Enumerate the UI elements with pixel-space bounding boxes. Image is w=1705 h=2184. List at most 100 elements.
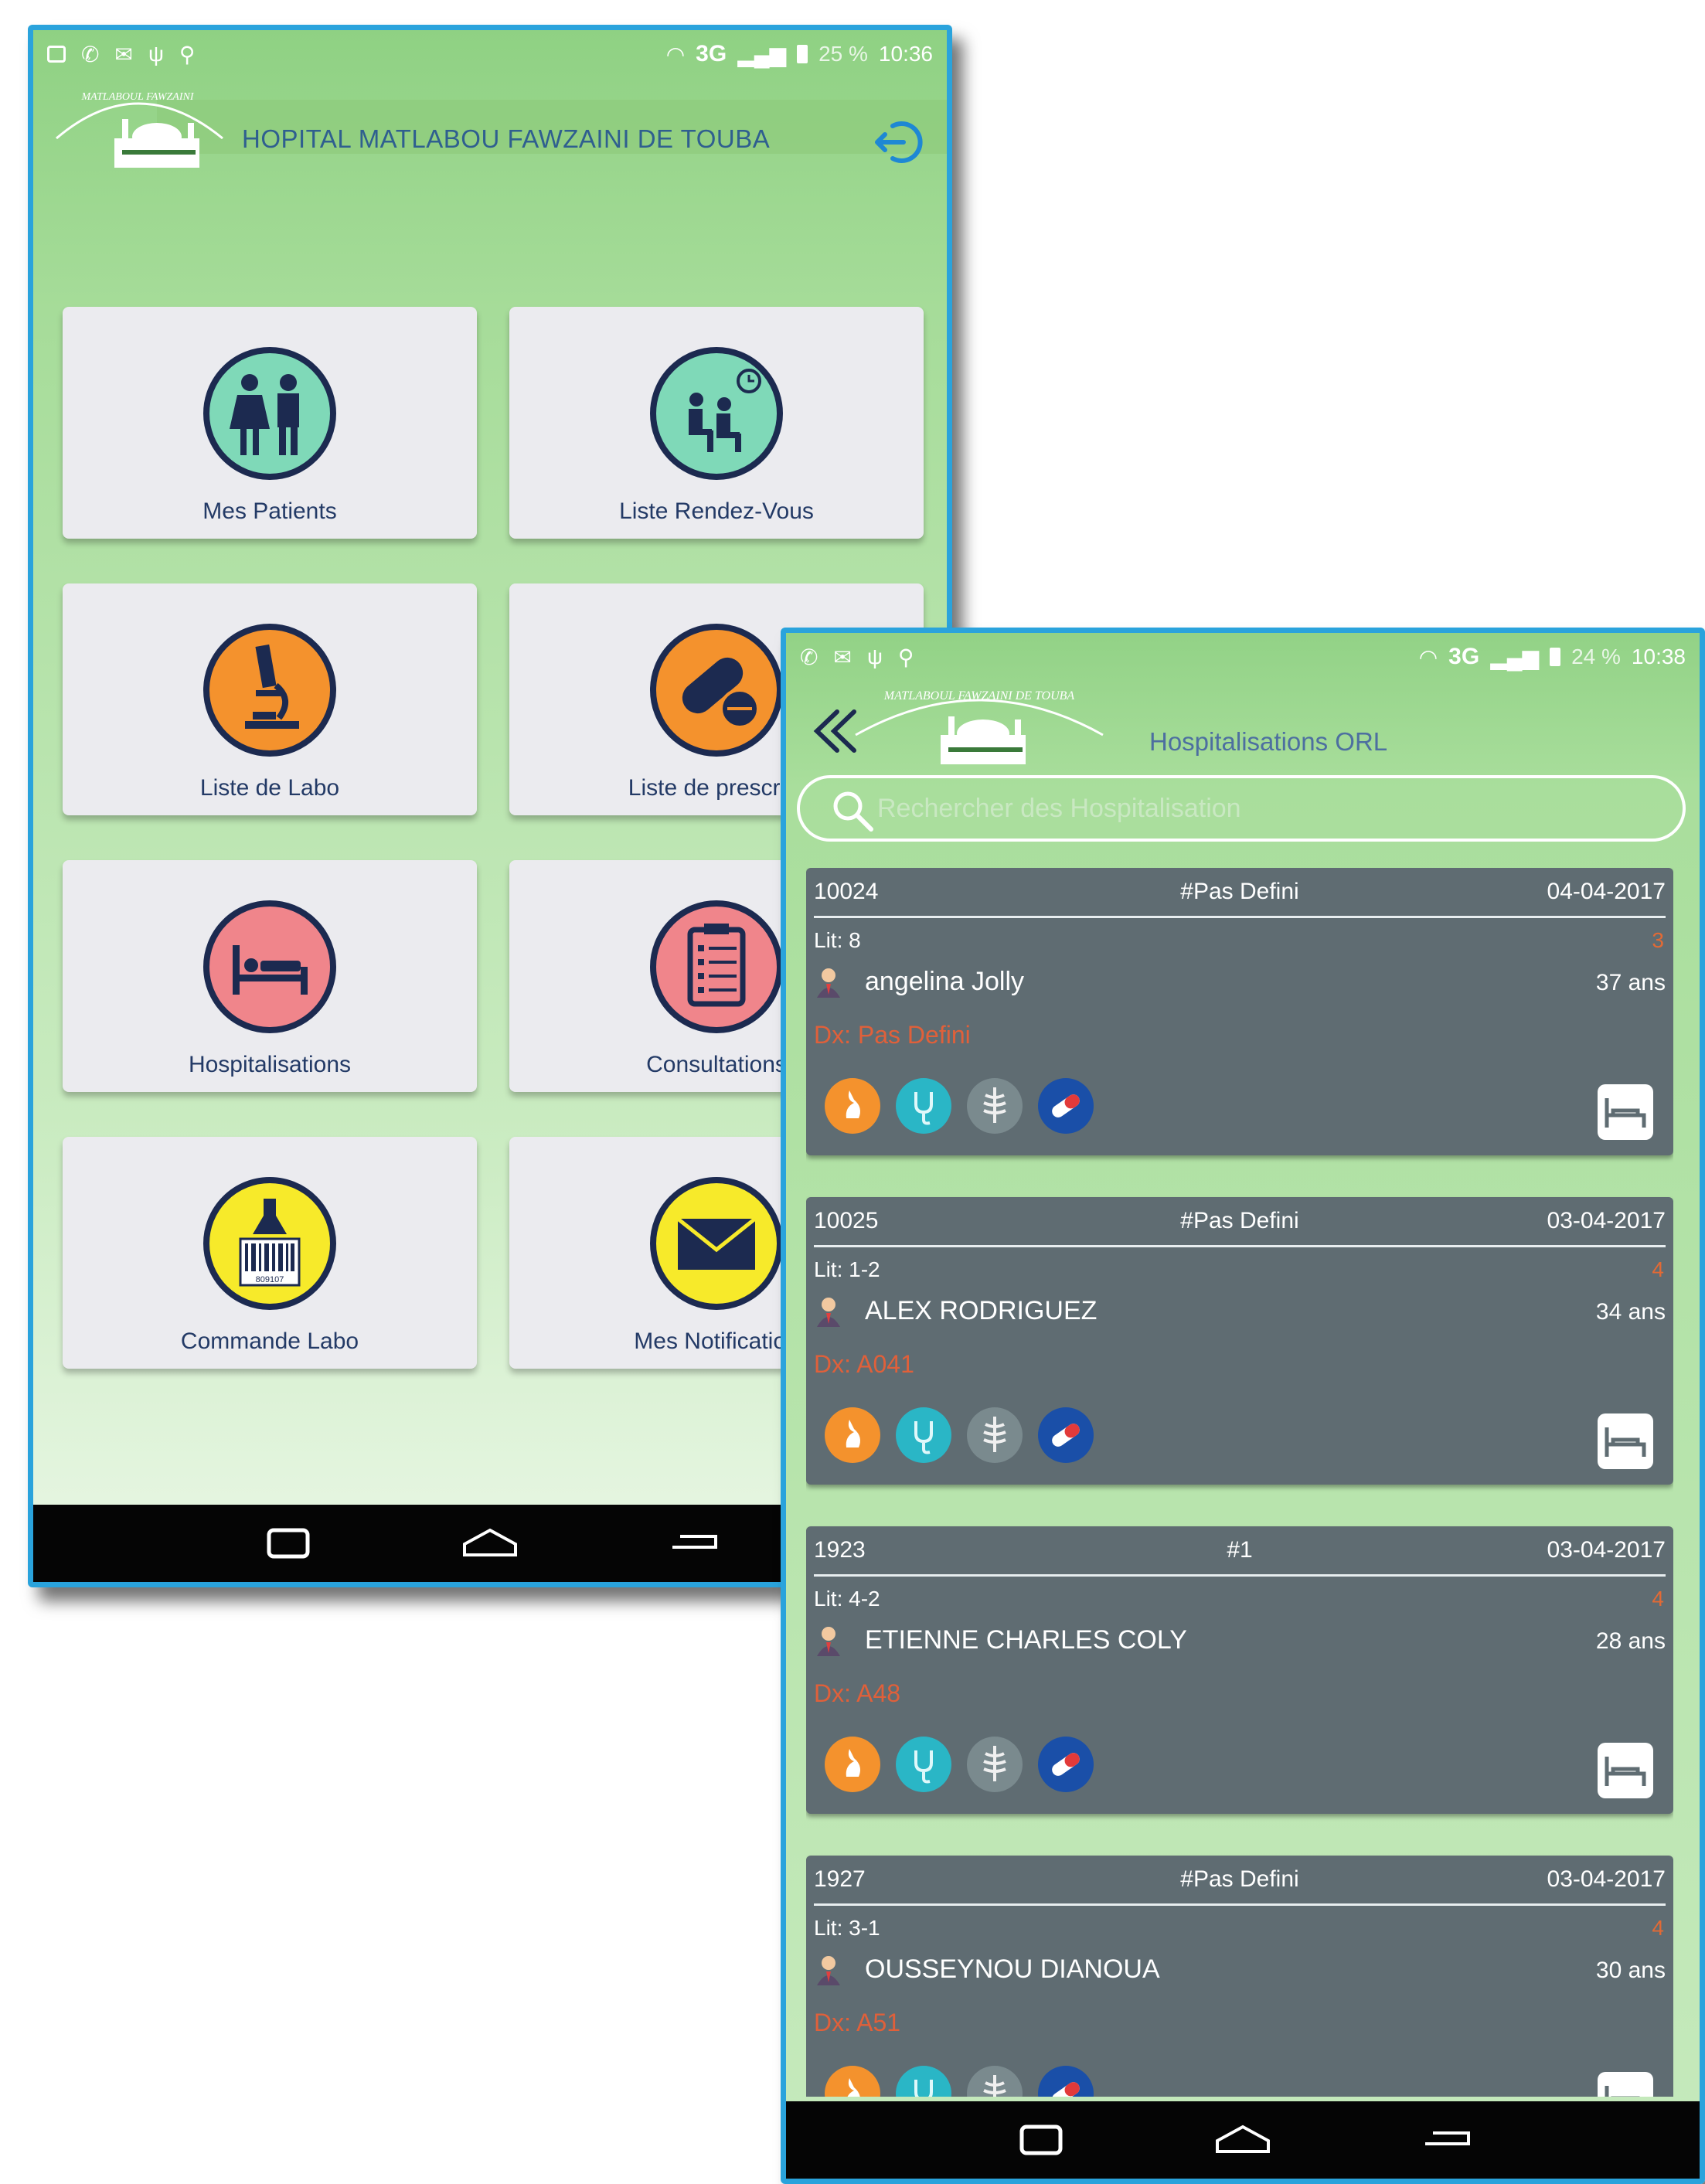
search-icon bbox=[833, 791, 873, 832]
network-type: 3G bbox=[1448, 644, 1480, 669]
signal-icon: ▂▄▆ bbox=[737, 42, 787, 66]
divider bbox=[814, 1574, 1666, 1577]
bed-action-icon[interactable] bbox=[1594, 1081, 1656, 1143]
patient-name: angelina Jolly bbox=[865, 967, 1025, 996]
divider bbox=[814, 1245, 1666, 1247]
bed-action-icon[interactable] bbox=[1594, 1410, 1656, 1472]
tile-liste-de-labo[interactable]: Liste de Labo bbox=[63, 583, 477, 815]
patient-avatar-icon bbox=[817, 1627, 840, 1656]
card-actions bbox=[823, 1406, 1095, 1465]
microscope-icon bbox=[203, 624, 336, 757]
patient-avatar-icon bbox=[817, 1298, 840, 1327]
bed-number: Lit: 1-2 bbox=[814, 1257, 880, 1281]
battery-icon bbox=[1550, 648, 1561, 666]
prescription-action-icon[interactable] bbox=[1036, 1077, 1095, 1135]
battery-level: 24 % bbox=[1571, 645, 1621, 668]
location-icon: ⚲ bbox=[897, 645, 914, 669]
tile-liste-rendez-vous[interactable]: Liste Rendez-Vous bbox=[509, 307, 924, 539]
clipboard-icon bbox=[650, 900, 783, 1033]
patient-age: 30 ans bbox=[1595, 1958, 1666, 1983]
record-count: 4 bbox=[1652, 1916, 1664, 1940]
hospital-bed-icon bbox=[203, 900, 336, 1033]
svg-text:MATLABOUL FAWZAINI: MATLABOUL FAWZAINI bbox=[80, 91, 194, 103]
clock: 10:38 bbox=[1631, 645, 1686, 668]
card-actions bbox=[823, 2064, 1095, 2097]
location-icon: ⚲ bbox=[179, 42, 196, 66]
signal-icon: ▂▄▆ bbox=[1490, 645, 1540, 669]
bed-number: Lit: 3-1 bbox=[814, 1916, 880, 1940]
stethoscope-action-icon[interactable] bbox=[894, 1735, 953, 1794]
hospitalisation-card[interactable]: 10024 #Pas Defini 04-04-2017 Lit: 8 3 an… bbox=[806, 868, 1673, 1155]
tile-commande-labo[interactable]: 809107 Commande Labo bbox=[63, 1137, 477, 1369]
page-title: Hospitalisations ORL bbox=[1149, 727, 1388, 756]
patient-age: 37 ans bbox=[1595, 970, 1666, 995]
wifi-icon: ◠ bbox=[665, 42, 686, 66]
record-tag: #Pas Defini bbox=[1180, 879, 1299, 904]
bed-action-icon[interactable] bbox=[1594, 2069, 1656, 2097]
xray-action-icon[interactable] bbox=[965, 1735, 1024, 1794]
whatsapp-icon: ✆ bbox=[81, 42, 100, 66]
battery-level: 25 % bbox=[818, 42, 868, 66]
appointments-icon bbox=[650, 347, 783, 480]
back-nav-icon[interactable] bbox=[657, 1524, 727, 1563]
tile-label: Liste de Labo bbox=[199, 775, 340, 801]
lab-action-icon[interactable] bbox=[823, 1077, 882, 1135]
diagnosis: Dx: A48 bbox=[814, 1679, 901, 1707]
tile-label: Commande Labo bbox=[180, 1328, 359, 1354]
lab-action-icon[interactable] bbox=[823, 2064, 882, 2097]
prescription-action-icon[interactable] bbox=[1036, 1735, 1095, 1794]
hospital-logo-icon: MATLABOUL FAWZAINI DE TOUBA bbox=[855, 689, 1104, 764]
xray-action-icon[interactable] bbox=[965, 2064, 1024, 2097]
search-placeholder: Rechercher des Hospitalisation bbox=[877, 793, 1241, 823]
patient-name: ETIENNE CHARLES COLY bbox=[865, 1625, 1187, 1655]
record-date: 03-04-2017 bbox=[1547, 1537, 1666, 1563]
app-header: MATLABOUL FAWZAINI DE TOUBA Hospitalisat… bbox=[786, 681, 1700, 774]
stethoscope-action-icon[interactable] bbox=[894, 2064, 953, 2097]
gallery-icon bbox=[47, 46, 66, 63]
pills-icon bbox=[650, 624, 783, 757]
card-actions bbox=[823, 1077, 1095, 1135]
home-icon[interactable] bbox=[455, 1524, 525, 1563]
bed-number: Lit: 4-2 bbox=[814, 1587, 880, 1611]
tile-hospitalisations[interactable]: Hospitalisations bbox=[63, 860, 477, 1092]
xray-action-icon[interactable] bbox=[965, 1406, 1024, 1465]
search-bar[interactable]: Rechercher des Hospitalisation bbox=[797, 775, 1686, 842]
mail-icon: ✉ bbox=[114, 42, 133, 66]
card-actions bbox=[823, 1735, 1095, 1794]
stethoscope-action-icon[interactable] bbox=[894, 1077, 953, 1135]
prescription-action-icon[interactable] bbox=[1036, 2064, 1095, 2097]
lab-action-icon[interactable] bbox=[823, 1406, 882, 1465]
record-tag: #1 bbox=[1227, 1537, 1253, 1563]
mail-icon: ✉ bbox=[833, 645, 852, 669]
xray-action-icon[interactable] bbox=[965, 1077, 1024, 1135]
logout-icon[interactable] bbox=[871, 115, 925, 169]
app-header: MATLABOUL FAWZAINI HOPITAL MATLABOU FAWZ… bbox=[41, 77, 947, 185]
record-date: 04-04-2017 bbox=[1547, 879, 1666, 904]
android-nav-bar bbox=[786, 2101, 1700, 2179]
recent-apps-icon[interactable] bbox=[254, 1524, 323, 1563]
envelope-icon bbox=[650, 1177, 783, 1310]
home-icon[interactable] bbox=[1208, 2121, 1278, 2159]
svg-text:MATLABOUL FAWZAINI DE TOUBA: MATLABOUL FAWZAINI DE TOUBA bbox=[883, 689, 1075, 702]
back-nav-icon[interactable] bbox=[1410, 2121, 1479, 2159]
divider bbox=[814, 1903, 1666, 1906]
tile-mes-patients[interactable]: Mes Patients bbox=[63, 307, 477, 539]
hospital-logo-icon: MATLABOUL FAWZAINI bbox=[56, 91, 223, 168]
prescription-action-icon[interactable] bbox=[1036, 1406, 1095, 1465]
whatsapp-icon: ✆ bbox=[800, 645, 818, 669]
clock: 10:36 bbox=[878, 42, 933, 66]
record-date: 03-04-2017 bbox=[1547, 1866, 1666, 1892]
stethoscope-action-icon[interactable] bbox=[894, 1406, 953, 1465]
hospitalisation-card[interactable]: 10025 #Pas Defini 03-04-2017 Lit: 1-2 4 … bbox=[806, 1197, 1673, 1485]
bed-action-icon[interactable] bbox=[1594, 1740, 1656, 1801]
recent-apps-icon[interactable] bbox=[1006, 2121, 1076, 2159]
usb-icon: ψ bbox=[148, 42, 164, 66]
patient-age: 28 ans bbox=[1595, 1628, 1666, 1654]
record-count: 4 bbox=[1652, 1257, 1664, 1281]
hospitalisation-card[interactable]: 1927 #Pas Defini 03-04-2017 Lit: 3-1 4 O… bbox=[806, 1856, 1673, 2097]
battery-icon bbox=[797, 45, 808, 63]
diagnosis: Dx: A041 bbox=[814, 1350, 914, 1378]
barcode-number: 809107 bbox=[256, 1275, 284, 1284]
hospitalisation-card[interactable]: 1923 #1 03-04-2017 Lit: 4-2 4 ETIENNE CH… bbox=[806, 1526, 1673, 1814]
lab-action-icon[interactable] bbox=[823, 1735, 882, 1794]
